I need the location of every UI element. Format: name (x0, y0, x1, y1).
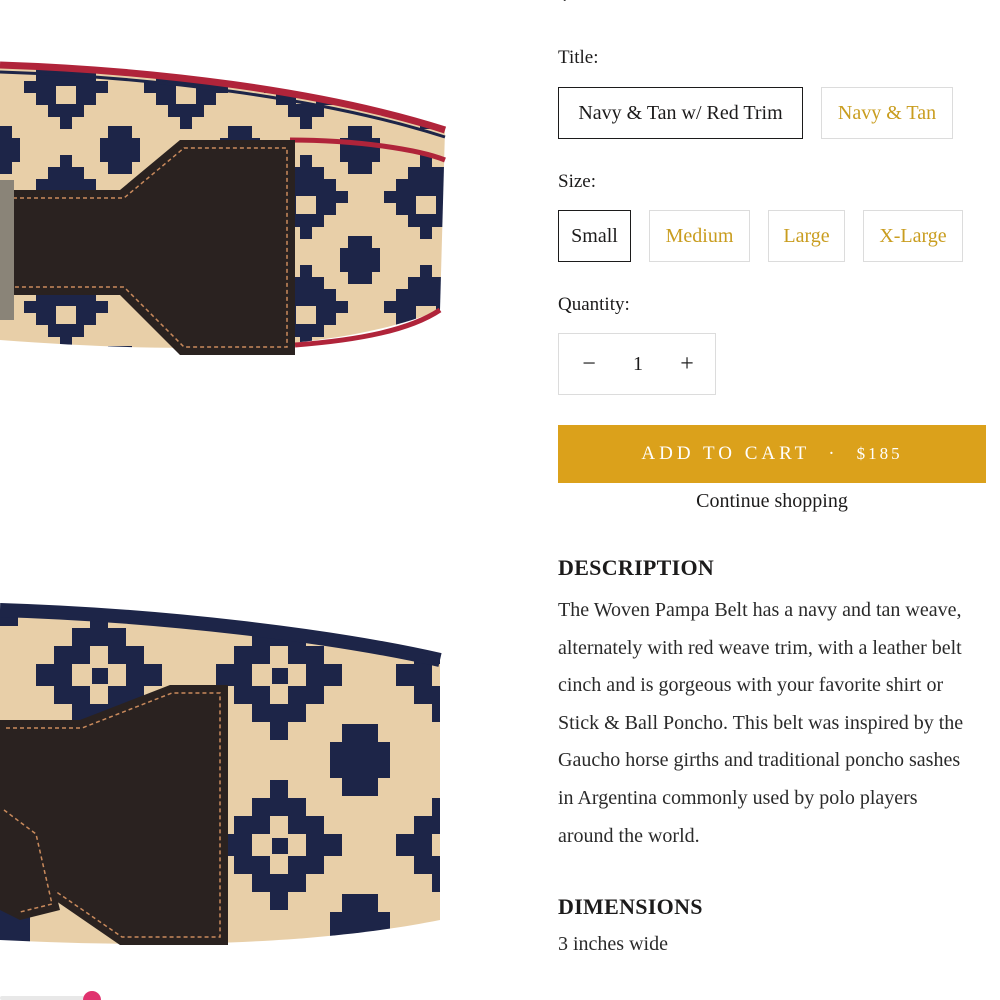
top-link[interactable]: ⌄ (558, 0, 678, 5)
product-gallery (0, 0, 540, 1000)
description-line: alternately with red weave trim, with a … (558, 636, 962, 659)
title-label: Title: (558, 47, 599, 68)
add-to-cart-button[interactable]: ADD TO CART · $185 (558, 425, 986, 483)
description-text: The Woven Pampa Belt has a navy and tan … (558, 592, 988, 855)
description-line: around the world. (558, 824, 700, 847)
option-label: Navy & Tan w/ Red Trim (578, 101, 783, 124)
description-line: The Woven Pampa Belt has a navy and tan … (558, 599, 962, 621)
quantity-value[interactable]: 1 (623, 348, 653, 380)
minus-icon[interactable]: − (574, 348, 604, 380)
option-label: Large (783, 224, 830, 247)
option-label: Medium (665, 224, 734, 247)
title-option-navy-tan[interactable]: Navy & Tan (821, 87, 953, 139)
chevron-down-icon: ⌄ (558, 0, 571, 6)
cart-price: $185 (856, 444, 903, 463)
cart-separator: · (828, 443, 839, 464)
quantity-label: Quantity: (558, 294, 630, 315)
size-label: Size: (558, 171, 596, 192)
description-line: Gaucho horse girths and traditional ponc… (558, 749, 961, 772)
size-option-medium[interactable]: Medium (649, 210, 750, 262)
size-option-x-large[interactable]: X-Large (863, 210, 963, 262)
title-option-navy-tan-red-trim[interactable]: Navy & Tan w/ Red Trim (558, 87, 803, 139)
belt-photo-bottom[interactable] (0, 590, 460, 970)
gallery-indicator-dot[interactable] (83, 991, 101, 1000)
description-line: Stick & Ball Poncho. This belt was inspi… (558, 711, 964, 734)
option-label: Navy & Tan (837, 101, 937, 124)
plus-icon[interactable]: + (672, 348, 702, 380)
option-label: Small (571, 224, 618, 247)
quantity-stepper: − 1 + (558, 333, 716, 395)
size-option-small[interactable]: Small (558, 210, 631, 262)
description-line: in Argentina commonly used by polo playe… (558, 786, 918, 809)
belt-photo-top[interactable] (0, 40, 460, 370)
dimensions-heading: DIMENSIONS (558, 894, 703, 919)
description-line: cinch and is gorgeous with your favorite… (558, 674, 944, 697)
option-label: X-Large (879, 224, 947, 247)
size-option-large[interactable]: Large (768, 210, 845, 262)
add-to-cart-label: ADD TO CART (641, 443, 811, 464)
continue-shopping-link[interactable]: Continue shopping (558, 490, 986, 513)
product-form: ⌄ Title: Navy & Tan w/ Red Trim Navy & T… (558, 0, 988, 1000)
gallery-scroll-track (0, 996, 84, 1000)
description-heading: DESCRIPTION (558, 555, 715, 580)
dimensions-text: 3 inches wide (558, 933, 668, 955)
